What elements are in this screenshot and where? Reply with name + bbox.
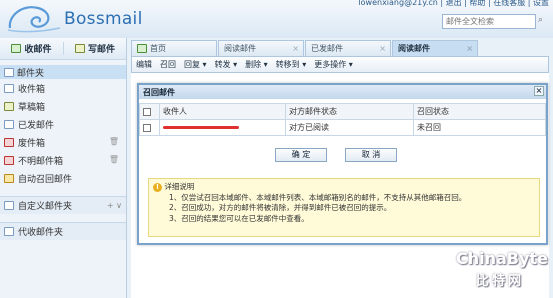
receive-label: 收邮件 [24, 45, 52, 55]
watermark-cn: 比特网 [476, 274, 525, 289]
toolbar-more[interactable]: 更多操作 ▾ [314, 59, 353, 70]
toolbar-recall[interactable]: 召回 [160, 59, 176, 70]
search-icon[interactable]: ⌕ [538, 15, 550, 28]
folder-spam[interactable]: 不明邮件箱 🗑 [0, 151, 126, 169]
custom-folders-label: 自定义邮件夹 [18, 202, 73, 212]
toolbar-forward[interactable]: 转发 ▾ [215, 59, 238, 70]
spam-folder-icon [4, 155, 14, 165]
recall-folder-icon [4, 173, 14, 183]
row-checkbox[interactable] [143, 123, 151, 132]
recall-status-cell: 未召回 [413, 119, 546, 136]
recall-dialog: 召回邮件 × 收件人 对方邮件状态 召回状态 对方已阅读 未召回 确 定 取 消… [137, 83, 548, 245]
trash-folder-icon [4, 137, 14, 147]
compose-mail-button[interactable]: 写邮件 [63, 42, 126, 55]
folder-label: 不明邮件箱 [18, 156, 64, 167]
folder-label: 已发邮件 [18, 120, 55, 131]
compose-icon [74, 44, 85, 53]
info-line: 3、召回的结果您可以在已发邮件中查看。 [169, 213, 309, 223]
folder-inbox[interactable]: 收件箱 [0, 79, 126, 97]
toolbar-delete[interactable]: 删除 ▾ [245, 59, 268, 70]
select-all-cell [139, 103, 160, 120]
folder-icon [4, 67, 14, 77]
dialog-title: 召回邮件 [143, 87, 175, 97]
tab-sent[interactable]: 已发邮件 × [305, 40, 391, 56]
info-line: 2、召回成功，对方的邮件将被清除，并得到邮件已被召回的提示。 [169, 203, 392, 212]
redacted-recipient [163, 126, 239, 129]
logo: Bossmail [6, 2, 156, 36]
proxy-folders-label: 代收邮件夹 [18, 228, 64, 238]
logo-swirl-icon [7, 6, 61, 33]
dialog-title-bar: 召回邮件 × [139, 85, 546, 99]
info-box: ! 详细说明 1、仅尝试召回本域邮件、本域邮件列表、本域邮箱别名的邮件，不支持从… [148, 178, 540, 237]
tab-label: 首页 [150, 44, 166, 53]
close-icon[interactable]: × [292, 44, 299, 53]
custom-folders-header[interactable]: 自定义邮件夹 + ∨ [0, 196, 126, 214]
cancel-button[interactable]: 取 消 [345, 148, 397, 162]
folder-drafts[interactable]: 草稿箱 [0, 97, 126, 115]
empty-trash-icon[interactable]: 🗑 [109, 137, 119, 146]
search-input[interactable] [442, 14, 536, 29]
compose-label: 写邮件 [87, 45, 115, 55]
table-row: 对方已阅读 未召回 [139, 119, 546, 136]
folder-label: 自动召回邮件 [18, 174, 73, 185]
add-folder-icon[interactable]: + ∨ [107, 201, 122, 210]
row-select-cell [139, 119, 160, 136]
toolbar-edit[interactable]: 编辑 [136, 59, 152, 70]
close-icon[interactable]: × [466, 44, 473, 53]
drafts-icon [4, 101, 14, 111]
tab-read-mail-active[interactable]: 阅读邮件 × [392, 40, 478, 56]
proxy-folders-header[interactable]: 代收邮件夹 [0, 222, 126, 240]
folder-label: 收件箱 [18, 84, 46, 95]
user-links[interactable]: lowenxiang@21y.cn | 退出 | 帮助 | 在线客服 | 设置 [358, 0, 549, 8]
tab-label: 阅读邮件 [224, 44, 256, 53]
tab-label: 阅读邮件 [398, 44, 430, 53]
tab-read-mail[interactable]: 阅读邮件 × [218, 40, 304, 56]
folder-header[interactable]: 邮件夹 [0, 65, 126, 79]
col-recipient: 收件人 [159, 103, 286, 120]
watermark-en: ChinaByte [456, 249, 548, 268]
folder-label: 草稿箱 [18, 102, 46, 113]
sent-icon [4, 119, 14, 129]
folder-label: 废件箱 [18, 138, 46, 149]
info-header: ! 详细说明 [153, 182, 535, 193]
left-panel: 收邮件 写邮件 邮件夹 收件箱 草稿箱 已发邮件 废件箱 🗑 不明邮件箱 🗑 自… [0, 38, 127, 298]
receive-mail-button[interactable]: 收邮件 [0, 42, 63, 55]
toolbar-reply[interactable]: 回复 ▾ [184, 59, 207, 70]
empty-spam-icon[interactable]: 🗑 [109, 155, 119, 164]
info-title: 详细说明 [164, 182, 195, 191]
mail-status-cell: 对方已阅读 [285, 119, 414, 136]
tab-label: 已发邮件 [311, 44, 343, 53]
folder-trash[interactable]: 废件箱 🗑 [0, 133, 126, 151]
mail-actions: 收邮件 写邮件 [0, 38, 126, 60]
folder-icon [4, 227, 14, 236]
info-line: 1、仅尝试召回本域邮件、本域邮件列表、本域邮箱别名的邮件，不支持从其他邮箱召回。 [169, 192, 467, 202]
header: Bossmail lowenxiang@21y.cn | 退出 | 帮助 | 在… [0, 0, 553, 38]
watermark: ChinaByte 比特网 [456, 249, 552, 297]
info-icon: ! [153, 182, 162, 192]
folder-sent[interactable]: 已发邮件 [0, 115, 126, 133]
home-icon [137, 44, 147, 53]
col-recall-status: 召回状态 [413, 103, 546, 120]
recipient-cell [159, 119, 286, 136]
table-header: 收件人 对方邮件状态 召回状态 [139, 103, 546, 120]
col-mail-status: 对方邮件状态 [285, 103, 414, 120]
close-icon[interactable]: × [379, 44, 386, 53]
inbox-icon [4, 83, 14, 93]
toolbar-move[interactable]: 转移到 ▾ [276, 59, 307, 70]
folder-auto-recall[interactable]: 自动召回邮件 [0, 169, 126, 187]
select-all-checkbox[interactable] [143, 107, 151, 116]
folder-header-label: 邮件夹 [17, 68, 45, 79]
tab-home[interactable]: 首页 [131, 40, 217, 56]
recall-table: 收件人 对方邮件状态 召回状态 对方已阅读 未召回 [139, 103, 546, 136]
mail-toolbar: 编辑 召回 回复 ▾ 转发 ▾ 删除 ▾ 转移到 ▾ 更多操作 ▾ [131, 56, 549, 73]
ok-button[interactable]: 确 定 [275, 148, 327, 162]
close-icon[interactable]: × [534, 86, 544, 96]
receive-icon [11, 44, 22, 53]
logo-text: Bossmail [64, 9, 143, 29]
tab-bar: 首页 阅读邮件 × 已发邮件 × 阅读邮件 × [131, 40, 479, 56]
folder-icon [4, 201, 14, 210]
